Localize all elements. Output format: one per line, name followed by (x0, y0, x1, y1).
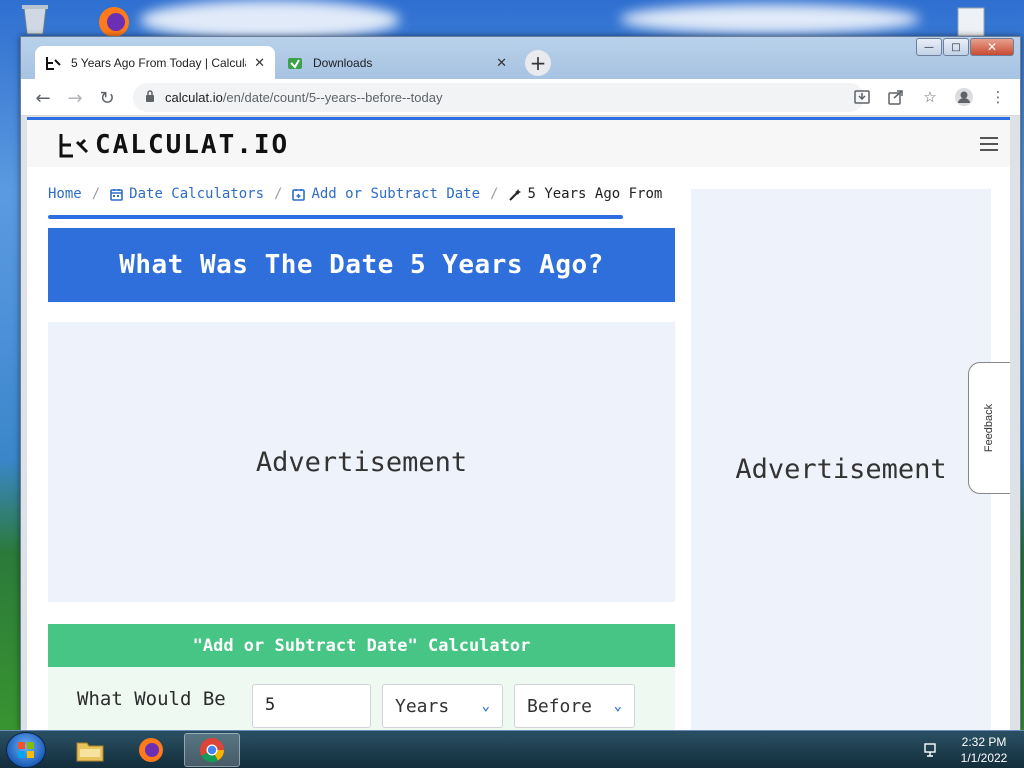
clock-date: 1/1/2022 (960, 751, 1008, 765)
back-arrow-icon[interactable]: ← (31, 86, 55, 110)
breadcrumb: Home / Date Calculators / Add or Subtrac… (48, 186, 662, 202)
browser-toolbar: ← → ↻ calculat.io/en/date/count/5--years… (21, 79, 1020, 116)
calculator-logo-icon (59, 134, 89, 158)
page-title-band: What Was The Date 5 Years Ago? (48, 228, 675, 302)
breadcrumb-separator: / (274, 186, 283, 202)
profile-avatar-icon[interactable] (954, 86, 974, 108)
browser-window: — □ ✕ 5 Years Ago From Today | Calcula ✕… (20, 36, 1021, 731)
breadcrumb-home-label: Home (48, 186, 82, 202)
cloud (140, 0, 400, 40)
reload-icon[interactable]: ↻ (95, 86, 119, 110)
page-title: What Was The Date 5 Years Ago? (119, 250, 604, 280)
taskbar-chrome[interactable] (184, 733, 240, 767)
amount-input[interactable]: 5 (252, 684, 371, 728)
kebab-menu-icon[interactable]: ⋮ (988, 86, 1008, 108)
tab-title: 5 Years Ago From Today | Calcula (71, 55, 247, 70)
magic-wand-icon (509, 188, 522, 201)
url-text: calculat.io/en/date/count/5--years--befo… (165, 90, 442, 105)
direction-select-value: Before (527, 695, 593, 717)
chrome-icon (200, 738, 224, 763)
clock-time: 2:32 PM (961, 735, 1007, 749)
network-icon[interactable] (920, 738, 944, 762)
firefox-icon (139, 738, 163, 762)
share-icon[interactable] (886, 86, 906, 108)
page-viewport: CALCULAT.IO Home / Date Calculators / Ad… (27, 117, 1010, 730)
tab-strip: 5 Years Ago From Today | Calcula ✕ Downl… (27, 46, 1020, 79)
tab-downloads[interactable]: Downloads ✕ (277, 46, 517, 79)
downloads-favicon-icon (287, 55, 303, 71)
calendar-icon (110, 188, 123, 201)
tab-title: Downloads (313, 55, 373, 70)
breadcrumb-separator: / (91, 186, 101, 202)
breadcrumb-home[interactable]: Home (48, 186, 82, 202)
calculat-favicon-icon (45, 55, 61, 71)
start-button[interactable] (6, 732, 46, 768)
breadcrumb-current-label: 5 Years Ago From (527, 186, 663, 202)
breadcrumb-date-calculators-label: Date Calculators (129, 186, 265, 202)
feedback-tab[interactable]: Feedback (968, 362, 1010, 494)
clock[interactable]: 2:32 PM 1/1/2022 (944, 734, 1024, 766)
install-app-icon[interactable] (852, 86, 872, 108)
breadcrumb-add-subtract-label: Add or Subtract Date (311, 186, 481, 202)
taskbar-explorer[interactable] (62, 733, 118, 767)
forward-arrow-icon[interactable]: → (63, 86, 87, 110)
windows-logo-icon (18, 742, 34, 758)
cloud (620, 4, 920, 34)
site-logo[interactable]: CALCULAT.IO (57, 130, 289, 160)
toolbar-actions: ☆ ⋮ (852, 86, 1008, 108)
advertisement-label: Advertisement (735, 453, 947, 485)
breadcrumb-current: 5 Years Ago From (508, 186, 662, 202)
chevron-down-icon: ⌄ (613, 698, 622, 714)
system-tray: 2:32 PM 1/1/2022 (920, 731, 1024, 768)
feedback-label: Feedback (983, 403, 996, 453)
breadcrumb-add-subtract-date[interactable]: Add or Subtract Date (292, 186, 480, 202)
direction-select[interactable]: Before ⌄ (514, 684, 635, 728)
taskbar-firefox[interactable] (123, 733, 179, 767)
calculator-title-band: "Add or Subtract Date" Calculator (48, 624, 675, 667)
calendar-plus-icon (292, 188, 306, 201)
address-bar[interactable]: calculat.io/en/date/count/5--years--befo… (133, 83, 864, 112)
advertisement-sidebar[interactable]: Advertisement (691, 189, 991, 730)
bookmark-star-icon[interactable]: ☆ (920, 86, 940, 108)
advertisement-label: Advertisement (255, 446, 468, 478)
firefox-desktop-icon[interactable] (94, 2, 132, 40)
logo-text: CALCULAT.IO (95, 130, 290, 160)
calculator-form: What Would Be 5 Years ⌄ Before ⌄ (48, 667, 675, 730)
unit-select[interactable]: Years ⌄ (382, 684, 503, 728)
close-tab-icon[interactable]: ✕ (254, 55, 265, 71)
url-path: /en/date/count/5--years--before--today (222, 90, 443, 105)
advertisement-main[interactable]: Advertisement (48, 322, 675, 602)
url-host: calculat.io (165, 90, 223, 105)
calculator-title: "Add or Subtract Date" Calculator (192, 635, 531, 656)
chevron-down-icon: ⌄ (481, 698, 490, 714)
breadcrumb-separator: / (490, 186, 499, 202)
close-tab-icon[interactable]: ✕ (496, 55, 507, 71)
folder-icon (76, 742, 104, 762)
breadcrumb-date-calculators[interactable]: Date Calculators (110, 186, 264, 202)
calculator-label: What Would Be (77, 688, 226, 710)
lock-icon (145, 88, 155, 107)
site-header: CALCULAT.IO (27, 120, 1010, 167)
hamburger-menu-icon[interactable] (980, 137, 998, 151)
unit-select-value: Years (395, 695, 450, 717)
recycle-bin-icon[interactable] (16, 2, 54, 40)
tab-calculat[interactable]: 5 Years Ago From Today | Calcula ✕ (35, 46, 275, 79)
taskbar: 2:32 PM 1/1/2022 (0, 730, 1024, 768)
new-tab-button[interactable]: + (525, 50, 551, 76)
breadcrumb-scroll-indicator (48, 215, 623, 219)
